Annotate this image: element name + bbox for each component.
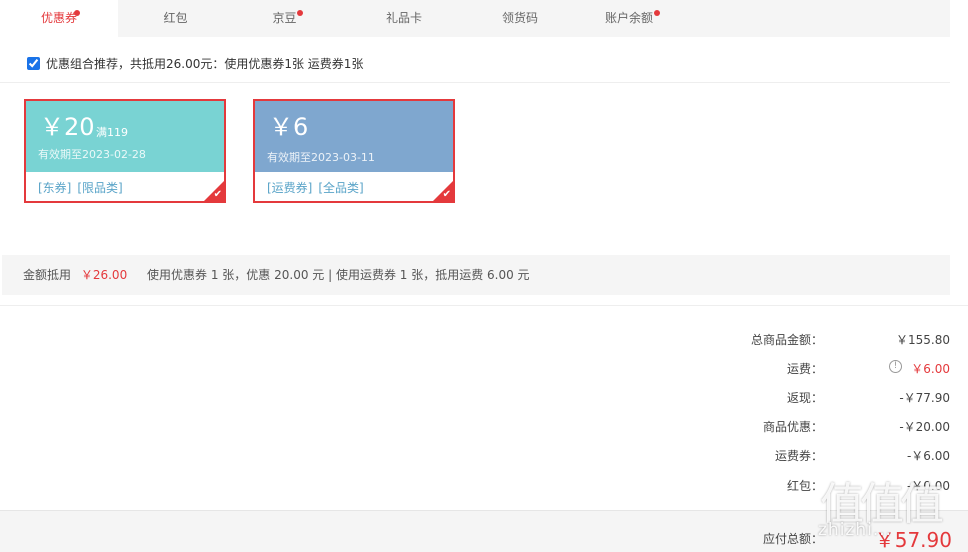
watermark-text: zhizhi...: [818, 520, 893, 540]
recommend-row[interactable]: 优惠组合推荐，共抵用26.00元：使用优惠券1张 运费券1张: [27, 54, 363, 72]
redpacket-label: 红包：: [786, 479, 823, 493]
summary-label: 金额抵用: [23, 268, 72, 282]
summary-amount: ￥26.00: [80, 268, 128, 282]
coupon-tag: [全品类]: [318, 181, 364, 195]
discount-summary: 金额抵用 ￥26.00 使用优惠券 1 张，优惠 20.00 元 | 使用运费券…: [2, 255, 950, 295]
cashback-label: 返现：: [786, 391, 823, 405]
tab-claimcode-label: 领货码: [501, 11, 538, 25]
coupon-header: ￥20 满119 有效期至2023-02-28: [26, 101, 224, 172]
summary-detail: 使用优惠券 1 张，优惠 20.00 元 | 使用运费券 1 张，抵用运费 6.…: [147, 268, 530, 282]
tab-redpacket-label: 红包: [163, 11, 188, 25]
coupon-tabs: 优惠券 红包 京豆 礼品卡 领货码 账户余额: [0, 0, 950, 37]
recommend-label: 优惠组合推荐，共抵用26.00元：使用优惠券1张 运费券1张: [46, 56, 364, 71]
divider: [0, 305, 968, 306]
freight-label: 运费：: [786, 362, 823, 376]
tab-jingdou[interactable]: 京豆: [233, 0, 336, 37]
tab-balance-label: 账户余额: [604, 11, 653, 25]
tab-giftcard[interactable]: 礼品卡: [336, 0, 472, 37]
coupon-amount: ￥6: [269, 113, 309, 141]
coupon-tags: [东券] [限品类]: [38, 179, 129, 196]
tab-redpacket[interactable]: 红包: [118, 0, 233, 37]
coupon-amount: ￥20: [40, 113, 95, 141]
notice-dot: [654, 10, 660, 16]
goods-total-label: 总商品金额：: [750, 333, 823, 347]
check-icon: ✔: [442, 189, 451, 200]
goods-total-value: ￥155.80: [896, 333, 950, 347]
check-icon: ✔: [213, 189, 222, 200]
goods-discount-label: 商品优惠：: [762, 420, 823, 434]
payable-label: 应付总额：: [762, 532, 823, 546]
coupon-tag: [限品类]: [77, 181, 123, 195]
coupon-card[interactable]: ￥20 满119 有效期至2023-02-28 [东券] [限品类] ✔: [24, 99, 226, 203]
coupon-expire: 有效期至2023-03-11: [267, 151, 375, 164]
coupon-expire: 有效期至2023-02-28: [38, 148, 146, 161]
coupon-tags: [运费券] [全品类]: [267, 179, 370, 196]
notice-dot: [74, 10, 80, 16]
tab-claimcode[interactable]: 领货码: [472, 0, 568, 37]
coupon-tag: [东券]: [38, 181, 72, 195]
tab-giftcard-label: 礼品卡: [385, 11, 422, 25]
coupon-header: ￥6 有效期至2023-03-11: [255, 101, 453, 172]
freight-value: ￥6.00: [911, 362, 950, 376]
tab-balance[interactable]: 账户余额: [568, 0, 690, 37]
freight-coupon-label: 运费券：: [774, 449, 823, 463]
tab-coupon-label: 优惠券: [40, 11, 77, 25]
notice-dot: [297, 10, 303, 16]
tab-jingdou-label: 京豆: [272, 11, 297, 25]
coupon-condition: 满119: [96, 126, 128, 139]
tab-coupon[interactable]: 优惠券: [0, 0, 118, 37]
info-icon[interactable]: !: [889, 360, 902, 373]
divider: [0, 82, 950, 83]
coupon-card[interactable]: ￥6 有效期至2023-03-11 [运费券] [全品类] ✔: [253, 99, 455, 203]
coupon-tag: [运费券]: [267, 181, 313, 195]
cashback-value: -￥77.90: [899, 391, 950, 405]
goods-discount-value: -￥20.00: [899, 420, 950, 434]
recommend-checkbox[interactable]: [27, 56, 40, 70]
freight-coupon-value: -￥6.00: [906, 449, 950, 463]
